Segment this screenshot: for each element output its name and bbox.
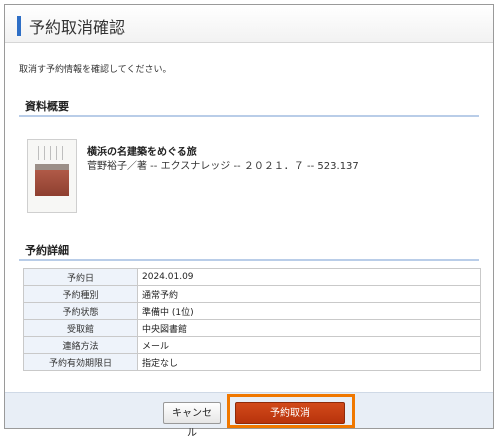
row-label: 予約種別 <box>23 285 138 303</box>
table-row: 受取館 中央図書館 <box>23 319 481 337</box>
page-title: 予約取消確認 <box>29 18 126 37</box>
section-title-details: 予約詳細 <box>25 244 69 257</box>
row-label: 予約有効期限日 <box>23 353 138 371</box>
dialog-frame: 予約取消確認 取消す予約情報を確認してください。 資料概要 横浜の名建築をめぐる… <box>4 4 494 439</box>
row-value: メール <box>137 336 481 354</box>
row-label: 予約日 <box>23 268 138 286</box>
instruction-text: 取消す予約情報を確認してください。 <box>19 65 172 75</box>
row-label: 連絡方法 <box>23 336 138 354</box>
row-label: 予約状態 <box>23 302 138 320</box>
row-value: 2024.01.09 <box>137 268 481 286</box>
row-label: 受取館 <box>23 319 138 337</box>
reservation-detail-table: 予約日 2024.01.09 予約種別 通常予約 予約状態 準備中 (1位) 受… <box>23 268 481 371</box>
row-value: 準備中 (1位) <box>137 302 481 320</box>
book-cover-image <box>27 139 77 213</box>
table-row: 予約種別 通常予約 <box>23 285 481 303</box>
book-meta: 菅野裕子／著 -- エクスナレッジ -- ２０２１．７ -- 523.137 <box>87 161 359 172</box>
section-header-summary: 資料概要 <box>19 95 479 117</box>
section-header-details: 予約詳細 <box>19 239 479 261</box>
cover-text-decoration <box>38 146 68 160</box>
action-bar: キャンセル 予約取消 <box>5 392 493 439</box>
table-row: 予約日 2024.01.09 <box>23 268 481 286</box>
section-title-summary: 資料概要 <box>25 100 69 113</box>
book-title: 横浜の名建築をめぐる旅 <box>87 147 197 158</box>
table-row: 予約状態 準備中 (1位) <box>23 302 481 320</box>
title-accent-bar <box>17 16 21 36</box>
row-value: 中央図書館 <box>137 319 481 337</box>
row-value: 指定なし <box>137 353 481 371</box>
title-bar: 予約取消確認 <box>5 5 493 43</box>
row-value: 通常予約 <box>137 285 481 303</box>
table-row: 連絡方法 メール <box>23 336 481 354</box>
cancel-reservation-button[interactable]: 予約取消 <box>235 402 345 424</box>
cover-building-shape <box>35 170 69 196</box>
cancel-button[interactable]: キャンセル <box>163 402 221 439</box>
table-row: 予約有効期限日 指定なし <box>23 353 481 371</box>
